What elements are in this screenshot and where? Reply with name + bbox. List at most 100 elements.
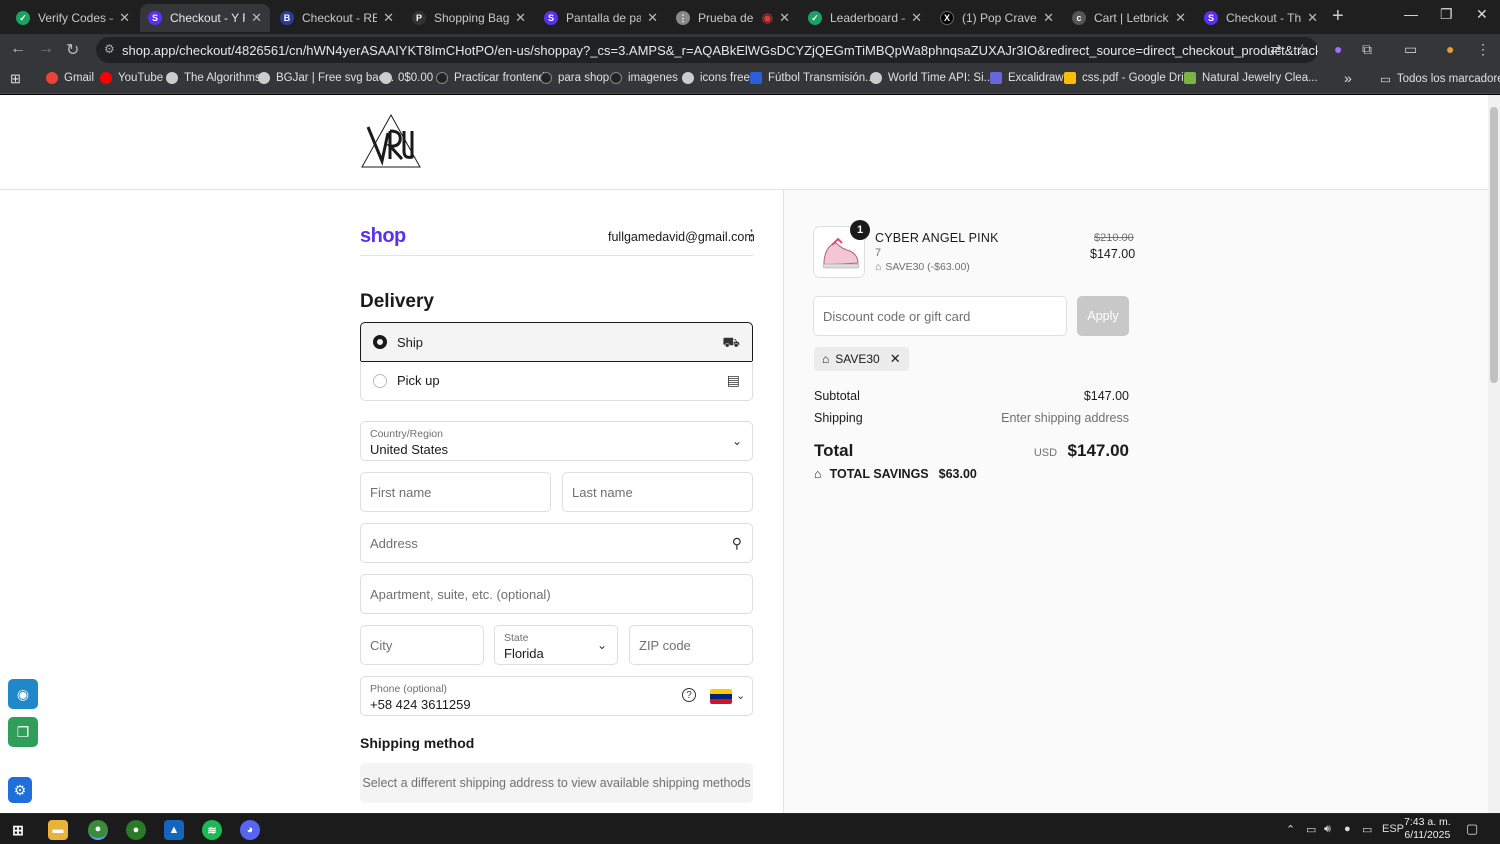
close-icon[interactable]: ✕ [1175, 10, 1186, 26]
bookmark-icons-free[interactable]: icons free [682, 72, 750, 84]
minimize-icon[interactable]: — [1404, 6, 1418, 22]
close-icon[interactable]: ✕ [647, 10, 658, 26]
bookmark-futbol[interactable]: Fútbol Transmisión... [750, 72, 875, 84]
country-label: Country/Region [370, 428, 443, 440]
close-icon[interactable]: ✕ [251, 10, 262, 26]
reload-icon[interactable]: ↻ [66, 40, 79, 60]
apps-grid-icon[interactable]: ⊞ [10, 71, 21, 87]
tab-letbricks[interactable]: c Cart | Letbricks ✕ [1064, 4, 1194, 32]
windows-start-icon[interactable]: ⊞ [8, 820, 28, 840]
apartment-field[interactable]: Apartment, suite, etc. (optional) [360, 574, 753, 614]
spotify-icon[interactable]: ≋ [202, 820, 222, 840]
radio-selected[interactable] [373, 335, 387, 349]
app-icon[interactable]: ▲ [164, 820, 184, 840]
close-icon[interactable]: ✕ [779, 10, 790, 26]
state-select[interactable]: State Florida ⌄ [494, 625, 618, 665]
tab-verify-codes[interactable]: ✓ Verify Codes — Si ✕ [8, 4, 138, 32]
page-scrollbar[interactable] [1488, 95, 1500, 813]
last-name-field[interactable]: Last name [562, 472, 753, 512]
address-field[interactable]: Address ⚲ [360, 523, 753, 563]
microphone-icon[interactable]: ● [1344, 823, 1351, 835]
network-icon[interactable]: ▭ [1362, 823, 1372, 836]
store-logo-icon[interactable] [360, 113, 422, 169]
site-settings-icon[interactable]: ⚙ [104, 42, 115, 56]
bookmark-gmail[interactable]: Gmail [46, 72, 94, 84]
apply-button[interactable]: Apply [1077, 296, 1129, 336]
chrome-icon[interactable]: ● [88, 820, 108, 840]
bookmark-algorithms[interactable]: The Algorithms [166, 72, 261, 84]
globe-icon [682, 72, 694, 84]
volume-icon[interactable]: 🔊︎ [1324, 823, 1331, 836]
pc-icon: P [412, 11, 426, 25]
menu-dots-icon[interactable]: ⋮ [1476, 41, 1490, 58]
forward-icon[interactable]: → [38, 40, 54, 58]
delivery-option-pickup[interactable]: Pick up ▤ [360, 361, 753, 401]
close-icon[interactable]: ✕ [1043, 10, 1054, 26]
file-explorer-icon[interactable]: ▬ [48, 820, 68, 840]
close-icon[interactable]: ✕ [515, 10, 526, 26]
first-name-field[interactable]: First name [360, 472, 551, 512]
more-bookmarks-icon[interactable]: » [1344, 70, 1352, 86]
tab-title: Checkout - The W [1226, 11, 1302, 25]
new-tab-icon[interactable]: + [1332, 5, 1344, 28]
tab-prueba[interactable]: ⋮ Prueba de mi ◉ ✕ [668, 4, 798, 32]
close-icon[interactable]: ✕ [1307, 10, 1318, 26]
back-icon[interactable]: ← [10, 40, 26, 58]
bookmark-natural-jewelry[interactable]: Natural Jewelry Clea... [1184, 72, 1318, 84]
bookmark-bgjar[interactable]: BGJar | Free svg bac... [258, 72, 394, 84]
meet-icon[interactable]: ▭ [1306, 823, 1316, 836]
city-field[interactable]: City [360, 625, 484, 665]
bookmark-para-shop[interactable]: para shop [540, 72, 609, 84]
zip-field[interactable]: ZIP code [629, 625, 753, 665]
restore-icon[interactable]: ❐ [1440, 6, 1453, 23]
profile-avatar-icon[interactable]: ● [1446, 41, 1454, 57]
close-icon[interactable]: ✕ [383, 10, 394, 26]
tab-checkout-revivi[interactable]: B Checkout - REVIVI ✕ [272, 4, 402, 32]
extension-icon[interactable]: ● [1334, 41, 1342, 57]
help-icon[interactable]: ? [682, 688, 696, 702]
window-close-icon[interactable]: ✕ [1476, 6, 1488, 23]
tab-shopping-bag[interactable]: P Shopping Bag | Pa ✕ [404, 4, 534, 32]
tray-chevron-icon[interactable]: ⌃ [1286, 823, 1295, 836]
bookmark-star-icon[interactable]: ☆ [1296, 41, 1309, 58]
eye-icon[interactable]: ◉ [8, 679, 38, 709]
tab-leaderboard[interactable]: ✓ Leaderboard — Si ✕ [800, 4, 930, 32]
remove-discount-icon[interactable]: ✕ [890, 351, 901, 367]
account-menu-icon[interactable]: ⋮ [744, 226, 759, 244]
translate-icon[interactable]: ⇄ [1270, 41, 1282, 58]
phone-field[interactable]: Phone (optional) +58 424 3611259 ? ⌄ [360, 676, 753, 716]
venezuela-flag-icon[interactable] [710, 689, 732, 704]
discord-icon[interactable]: ◕ [240, 820, 260, 840]
settings-icon[interactable]: ⚙ [8, 777, 32, 803]
country-select[interactable]: Country/Region United States ⌄ [360, 421, 753, 461]
language-indicator[interactable]: ESP [1382, 823, 1404, 835]
bookmark-practicar-frontend[interactable]: Practicar frontend [436, 72, 545, 84]
delivery-option-ship[interactable]: Ship ⛟ [360, 322, 753, 362]
shop-logo[interactable]: shop [360, 225, 406, 248]
bookmark-css-pdf[interactable]: css.pdf - Google Dri... [1064, 72, 1193, 84]
bookmark-excalidraw[interactable]: Excalidraw [990, 72, 1064, 84]
bookmark-label: Natural Jewelry Clea... [1202, 72, 1318, 84]
bookmark-imagenes[interactable]: imagenes [610, 72, 678, 84]
copy-icon[interactable]: ❐ [8, 717, 38, 747]
address-bar[interactable]: ⚙ shop.app/checkout/4826561/cn/hWN4yerAS… [96, 37, 1318, 63]
bookmark-world-time[interactable]: World Time API: Si... [870, 72, 993, 84]
scrollbar-thumb[interactable] [1490, 107, 1498, 383]
notifications-icon[interactable]: ▢ [1466, 821, 1478, 837]
tab-checkout-the-w[interactable]: S Checkout - The W ✕ [1196, 4, 1326, 32]
screen-cast-icon[interactable]: ▭ [1404, 41, 1417, 58]
bookmark-youtube[interactable]: YouTube [100, 72, 163, 84]
tab-pantalla-de-pago[interactable]: S Pantalla de pago - ✕ [536, 4, 666, 32]
all-bookmarks[interactable]: ▭ Todos los marcadores [1380, 72, 1500, 86]
bookmark-0000[interactable]: 0$0.00 [380, 72, 433, 84]
close-icon[interactable]: ✕ [119, 10, 130, 26]
close-icon[interactable]: ✕ [911, 10, 922, 26]
radio-unselected[interactable] [373, 373, 387, 388]
system-clock[interactable]: 7:43 a. m. 6/11/2025 [1404, 816, 1451, 842]
tab-checkout-yru[interactable]: S Checkout - Y R U ✕ [140, 4, 270, 32]
tab-title: Prueba de mi [698, 11, 756, 25]
tab-pop-crave[interactable]: X (1) Pop Crave en X ✕ [932, 4, 1062, 32]
chrome-alt-icon[interactable]: ● [126, 820, 146, 840]
extensions-puzzle-icon[interactable]: ⧉ [1362, 41, 1372, 58]
discount-code-field[interactable]: Discount code or gift card [813, 296, 1067, 336]
